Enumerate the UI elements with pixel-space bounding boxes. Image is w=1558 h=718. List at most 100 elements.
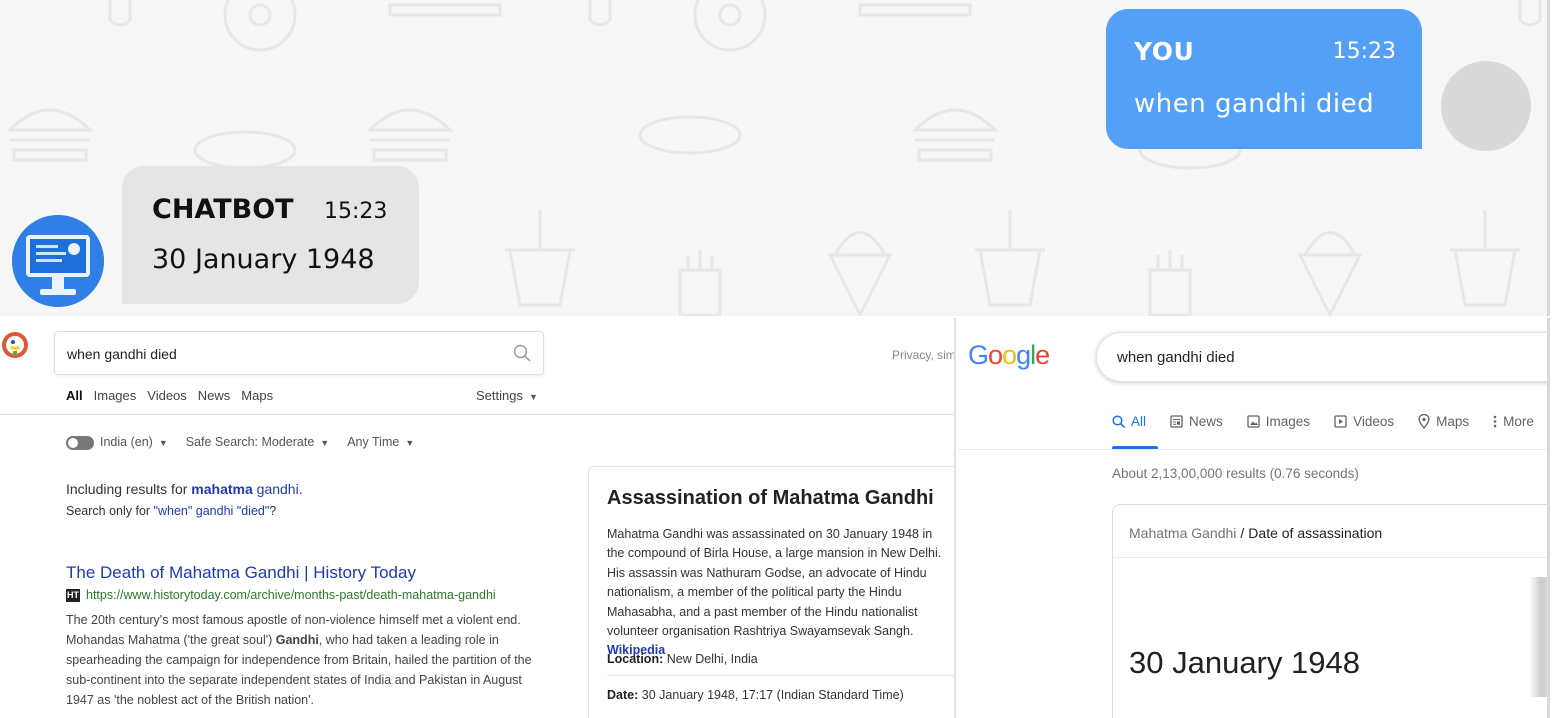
date-label: Date: xyxy=(607,688,639,702)
chatbot-name: CHATBOT xyxy=(152,194,294,225)
divider xyxy=(607,675,954,676)
ddg-settings-menu[interactable]: Settings ▼ xyxy=(476,388,538,403)
google-logo-letter: e xyxy=(1035,340,1050,370)
tab-images[interactable]: Images xyxy=(1247,414,1310,429)
chatbot-message-time: 15:23 xyxy=(324,199,388,224)
result-url-text[interactable]: https://www.historytoday.com/archive/mon… xyxy=(86,588,496,602)
chat-panel: YOU 15:23 when gandhi died CHATBOT 15:23… xyxy=(0,0,1550,316)
ddg-tabs: All Images Videos News Maps xyxy=(66,388,273,403)
tab-videos[interactable]: Videos xyxy=(1334,414,1394,429)
breadcrumb-attribute: Date of assassination xyxy=(1248,525,1383,541)
search-icon xyxy=(1112,415,1125,428)
ddg-tab-videos[interactable]: Videos xyxy=(147,388,187,403)
result-stats: About 2,13,00,000 results (0.76 seconds) xyxy=(1112,466,1359,481)
region-label: India (en) xyxy=(100,435,153,449)
featured-answer-card: Mahatma Gandhi / Date of assassination 30 … xyxy=(1112,504,1547,718)
news-icon xyxy=(1170,415,1183,428)
divider xyxy=(958,449,1547,450)
tab-all[interactable]: All xyxy=(1112,414,1146,429)
ddg-tab-news[interactable]: News xyxy=(198,388,231,403)
tab-more-label: More xyxy=(1503,414,1534,429)
tab-news-label: News xyxy=(1189,414,1223,429)
image-icon xyxy=(1247,415,1260,428)
user-message-bubble: YOU 15:23 when gandhi died xyxy=(1106,9,1422,149)
knowledge-card-location: Location: New Delhi, India xyxy=(607,652,758,666)
ddg-tab-all[interactable]: All xyxy=(66,388,83,403)
result-snippet: The 20th century's most famous apostle o… xyxy=(66,610,546,710)
knowledge-card-text: Mahatma Gandhi was assassinated on 30 Ja… xyxy=(607,527,942,639)
date-value: 30 January 1948, 17:17 (Indian Standard … xyxy=(641,688,904,702)
ddg-settings-label: Settings xyxy=(476,388,523,403)
google-logo-text: Google xyxy=(968,340,1050,370)
ddg-privacy-text[interactable]: Privacy, sim xyxy=(892,348,954,362)
corrected-rest[interactable]: gandhi xyxy=(253,481,299,497)
snippet-highlight: Gandhi xyxy=(275,633,319,647)
ddg-search-input[interactable]: when gandhi died xyxy=(54,331,544,375)
search-only-link[interactable]: "when" gandhi "died" xyxy=(154,504,270,518)
spelling-correction-notice: Including results for mahatma gandhi. xyxy=(66,481,303,497)
chatbot-message-bubble: CHATBOT 15:23 30 January 1948 xyxy=(122,166,419,304)
tab-all-label: All xyxy=(1131,414,1147,429)
divider xyxy=(0,414,954,415)
more-vertical-icon xyxy=(1493,415,1497,428)
location-value: New Delhi, India xyxy=(666,652,758,666)
time-filter[interactable]: Any Time ▼ xyxy=(347,435,414,449)
search-icon[interactable] xyxy=(513,344,531,362)
chatbot-monitor-icon xyxy=(12,215,104,307)
divider xyxy=(1113,557,1547,558)
breadcrumb-entity[interactable]: Mahatma Gandhi xyxy=(1129,525,1236,541)
google-search-input[interactable]: when gandhi died xyxy=(1096,332,1547,382)
user-avatar xyxy=(1441,61,1531,151)
chevron-down-icon: ▼ xyxy=(405,438,415,449)
user-message-text: when gandhi died xyxy=(1134,89,1375,119)
google-logo-letter: G xyxy=(968,340,989,370)
tab-more[interactable]: More xyxy=(1493,414,1534,429)
breadcrumb-separator: / xyxy=(1240,525,1245,541)
tab-news[interactable]: News xyxy=(1170,414,1223,429)
search-only-prefix: Search only for xyxy=(66,504,154,518)
knowledge-card-body: Mahatma Gandhi was assassinated on 30 Ja… xyxy=(607,525,952,661)
user-message-time: 15:23 xyxy=(1332,39,1396,64)
ddg-search-value: when gandhi died xyxy=(67,346,177,362)
duckduckgo-logo-icon[interactable] xyxy=(2,332,28,358)
safe-search-filter[interactable]: Safe Search: Moderate ▼ xyxy=(186,435,329,449)
result-title-link[interactable]: The Death of Mahatma Gandhi | History To… xyxy=(66,563,416,583)
result-url[interactable]: HT https://www.historytoday.com/archive/… xyxy=(66,588,496,602)
google-logo-letter: o xyxy=(1002,340,1017,370)
google-logo[interactable]: Google xyxy=(968,340,1050,371)
corrected-term[interactable]: mahatma xyxy=(191,481,252,497)
ddg-tab-maps[interactable]: Maps xyxy=(241,388,273,403)
search-only-end: ? xyxy=(269,504,277,518)
time-filter-label: Any Time xyxy=(347,435,400,450)
answer-breadcrumb: Mahatma Gandhi / Date of assassination xyxy=(1129,525,1382,541)
location-label: Location: xyxy=(607,652,664,666)
tab-maps-label: Maps xyxy=(1436,414,1470,429)
history-today-favicon-icon: HT xyxy=(66,588,80,602)
featured-answer: 30 January 1948 xyxy=(1129,645,1360,680)
user-name: YOU xyxy=(1134,37,1195,66)
google-search-value: when gandhi died xyxy=(1117,349,1235,366)
chatbot-message-text: 30 January 1948 xyxy=(152,244,375,275)
ddg-filter-bar: India (en) ▼ Safe Search: Moderate ▼ Any T… xyxy=(66,435,414,450)
google-panel: Google when gandhi died All News Images … xyxy=(958,318,1550,718)
knowledge-card: Assassination of Mahatma Gandhi Mahatma … xyxy=(588,466,954,718)
answer-thumbnail-image[interactable] xyxy=(1529,577,1547,697)
video-icon xyxy=(1334,415,1347,428)
google-logo-letter: g xyxy=(1016,340,1031,370)
search-only-notice: Search only for "when" gandhi "died"? xyxy=(66,504,276,518)
region-toggle[interactable] xyxy=(66,435,94,450)
map-pin-icon xyxy=(1418,414,1430,429)
tab-maps[interactable]: Maps xyxy=(1418,414,1469,429)
knowledge-card-date: Date: 30 January 1948, 17:17 (Indian Sta… xyxy=(607,688,904,702)
chatbot-avatar xyxy=(12,215,104,307)
safe-search-label: Safe Search: Moderate xyxy=(185,435,315,450)
ddg-tab-images[interactable]: Images xyxy=(94,388,137,403)
including-prefix: Including results for xyxy=(66,481,192,497)
including-end: . xyxy=(298,481,303,497)
chevron-down-icon: ▼ xyxy=(158,438,168,448)
tab-images-label: Images xyxy=(1265,414,1311,429)
google-tabs: All News Images Videos Maps More xyxy=(1112,414,1534,429)
region-filter[interactable]: India (en) ▼ xyxy=(66,435,168,450)
chevron-down-icon: ▼ xyxy=(320,438,330,449)
google-logo-letter: o xyxy=(988,340,1003,370)
